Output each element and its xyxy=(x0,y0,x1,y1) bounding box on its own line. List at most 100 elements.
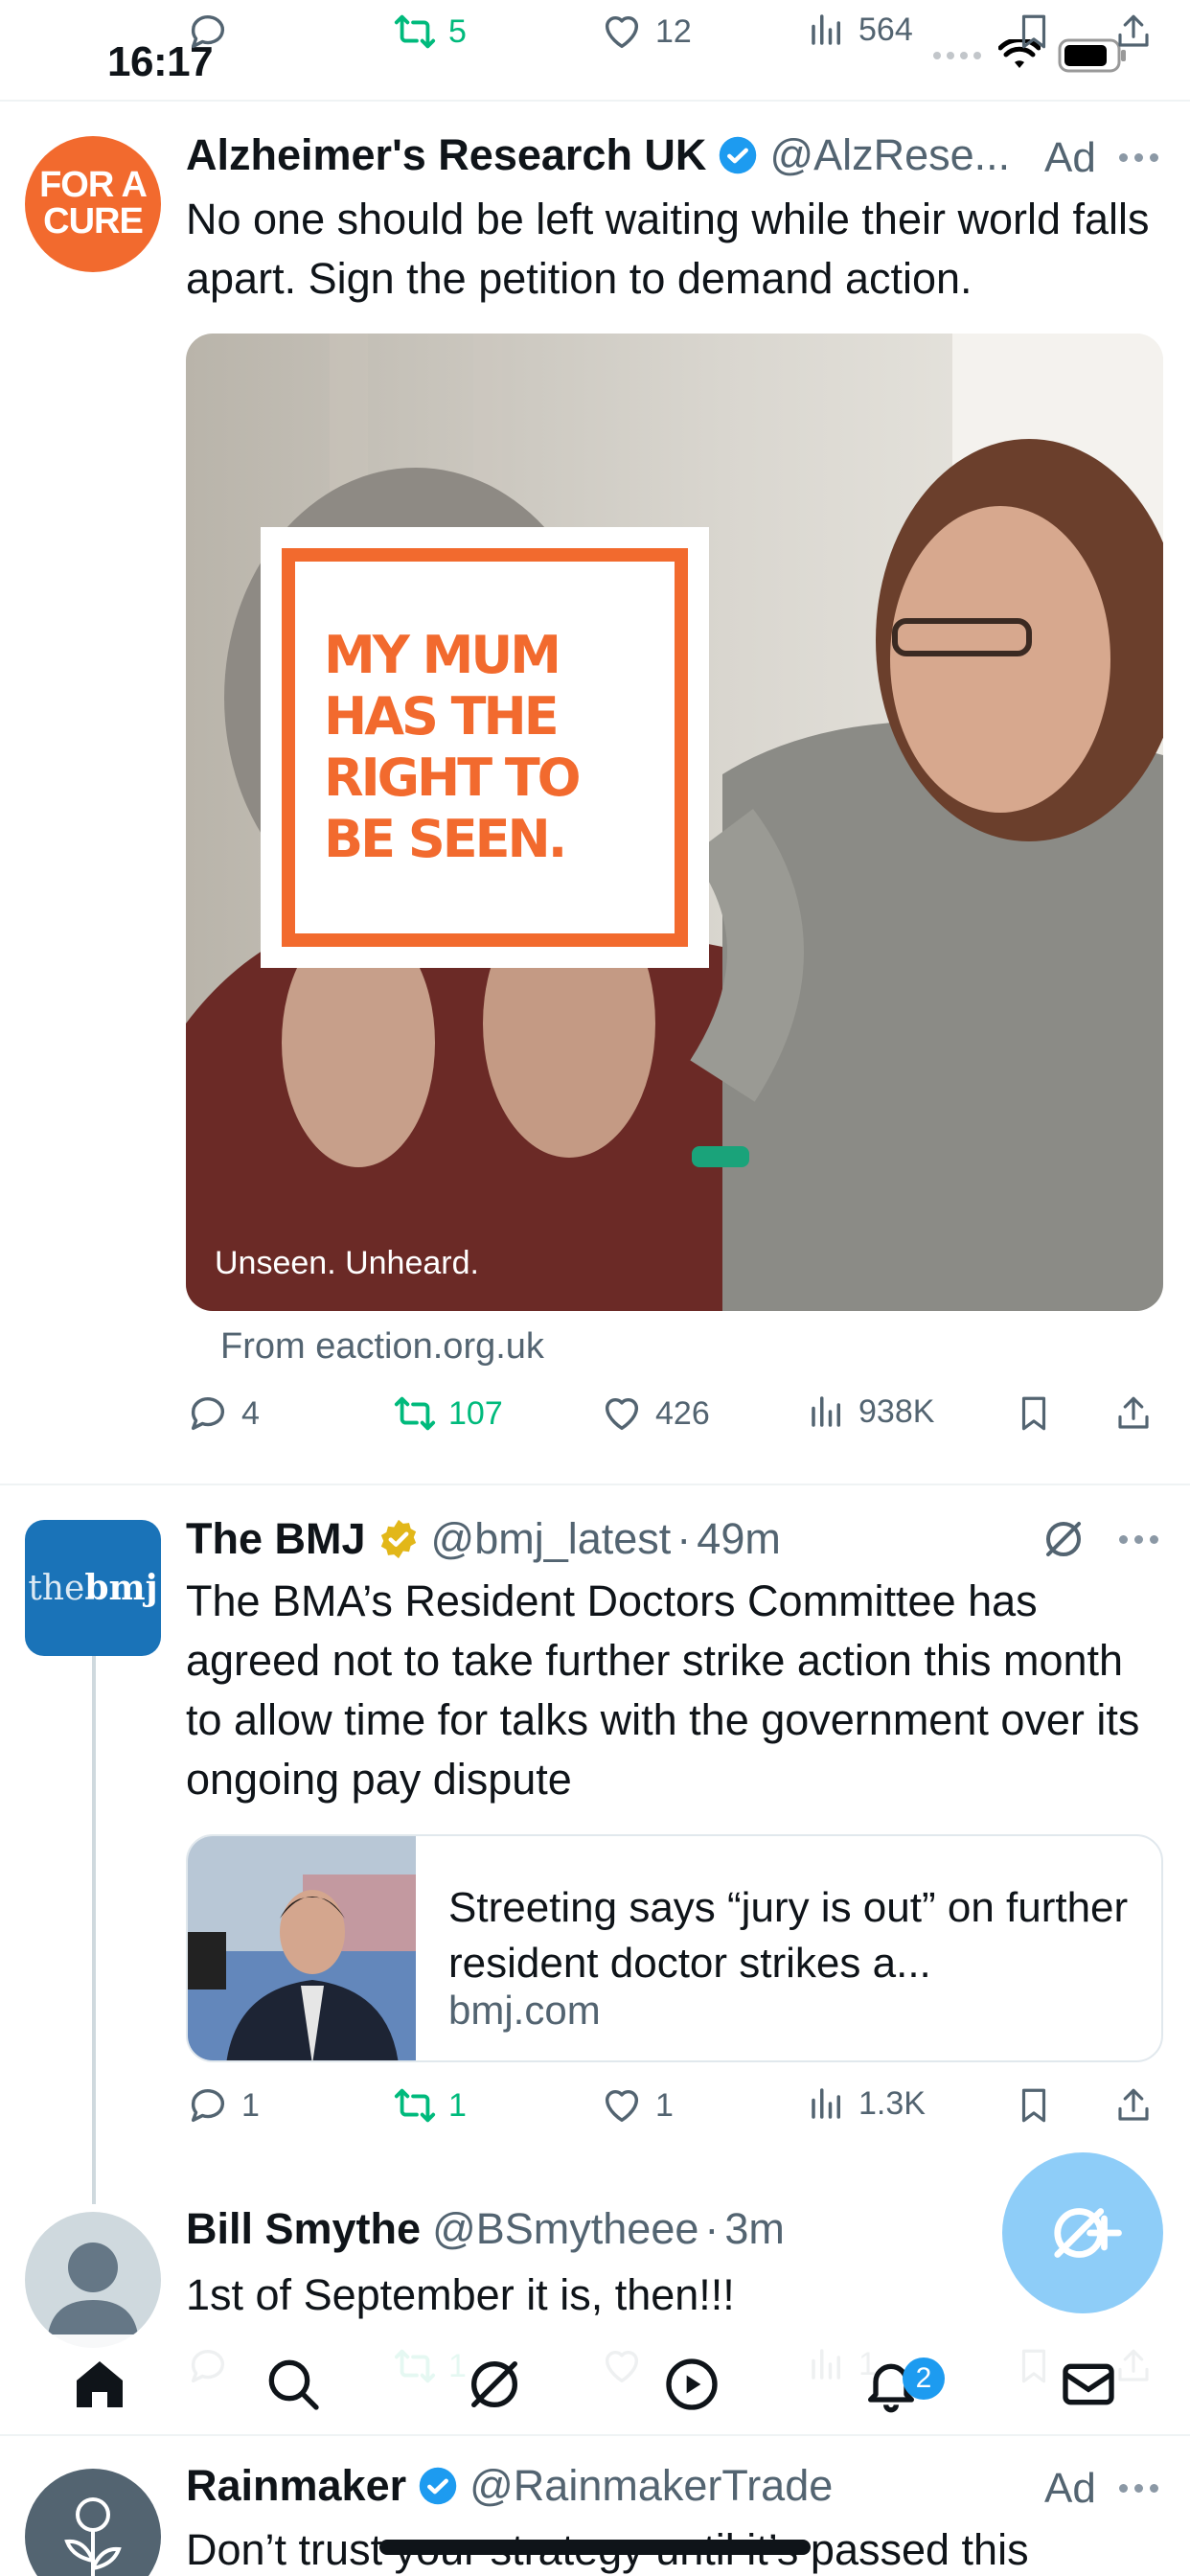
views-button[interactable]: 564 xyxy=(807,10,913,50)
view-count: 1.3K xyxy=(858,2084,926,2122)
campaign-sign: MY MUM HAS THE RIGHT TO BE SEEN. xyxy=(261,527,709,968)
search-icon[interactable] xyxy=(263,2354,324,2415)
share-icon xyxy=(1118,14,1149,47)
reply-button[interactable]: 1 xyxy=(186,2083,260,2128)
tweet-text: No one should be left waiting while thei… xyxy=(186,195,1150,303)
bottom-nav xyxy=(0,2334,1190,2434)
tweet-text: 1st of September it is, then!!! xyxy=(186,2270,735,2319)
retweet-button[interactable]: 5 xyxy=(393,10,467,54)
video-play-icon[interactable] xyxy=(661,2354,722,2415)
sign-text: RIGHT TO xyxy=(324,748,582,808)
separator-dot: · xyxy=(704,2204,720,2253)
more-options-icon[interactable] xyxy=(1119,153,1158,162)
link-thumbnail xyxy=(188,1836,416,2060)
reply-icon xyxy=(191,2089,225,2123)
ad-label: Ad xyxy=(1044,2465,1096,2512)
avatar-default[interactable] xyxy=(25,2212,161,2348)
author-name[interactable]: Bill Smythe xyxy=(186,2204,421,2254)
author-name[interactable]: Alzheimer's Research UK xyxy=(186,130,706,180)
compose-button[interactable] xyxy=(1002,2152,1163,2313)
more-options-icon[interactable] xyxy=(1119,2484,1158,2493)
tweet-header: Bill Smythe @BSmytheee · 3m xyxy=(186,2204,785,2254)
views-icon xyxy=(812,1396,840,1427)
share-icon xyxy=(1118,1396,1149,1429)
sign-text: HAS THE xyxy=(324,686,560,747)
avatar-text: bmj xyxy=(84,1568,158,1608)
more-options-icon[interactable] xyxy=(1119,1535,1158,1544)
avatar-text: the xyxy=(28,1569,85,1608)
bookmark-icon xyxy=(1021,2088,1046,2123)
view-count: 564 xyxy=(858,11,913,48)
share-button[interactable] xyxy=(1113,1392,1154,1436)
like-count: 426 xyxy=(655,1394,710,1432)
link-preview-card[interactable]: Streeting says “jury is out” on further … xyxy=(186,1834,1163,2062)
retweet-icon xyxy=(394,14,436,49)
retweet-count: 1 xyxy=(448,2086,467,2124)
author-handle[interactable]: @AlzRese... xyxy=(769,130,1010,180)
views-icon xyxy=(812,2088,840,2119)
like-button[interactable]: 1 xyxy=(600,2083,674,2128)
tweet-time: 3m xyxy=(724,2204,785,2253)
avatar-text: CURE xyxy=(43,201,144,242)
retweet-count: 107 xyxy=(448,1394,503,1432)
bmj-tweet-actions: 1 1 1 1.3K xyxy=(0,2083,1190,2141)
reply-count: 4 xyxy=(241,1394,260,1432)
heart-icon xyxy=(605,1397,639,1431)
divider xyxy=(0,2434,1190,2436)
like-button[interactable]: 426 xyxy=(600,1392,710,1436)
tweet-text: The BMA’s Resident Doctors Committee has… xyxy=(186,1576,1140,1804)
retweet-count: 5 xyxy=(448,12,467,50)
views-button[interactable]: 938K xyxy=(807,1392,934,1432)
ad-label: Ad xyxy=(1044,134,1096,181)
retweet-button[interactable]: 107 xyxy=(393,1392,503,1436)
share-button[interactable] xyxy=(1113,10,1154,54)
like-button[interactable]: 12 xyxy=(600,10,692,54)
compose-plus-icon xyxy=(1054,2208,1122,2258)
retweet-icon xyxy=(394,2088,436,2123)
views-button[interactable]: 1.3K xyxy=(807,2083,926,2124)
grok-icon[interactable] xyxy=(464,2354,525,2415)
tweet-header: The BMJ @bmj_latest · 49m xyxy=(186,1514,781,1564)
tweet-header: Alzheimer's Research UK @AlzRese... xyxy=(186,130,1010,180)
link-card-domain: bmj.com xyxy=(448,1988,601,2033)
heart-icon xyxy=(605,15,639,49)
bookmark-button[interactable] xyxy=(1014,1392,1054,1436)
author-handle[interactable]: @bmj_latest xyxy=(431,1514,672,1564)
tweet-time: 49m xyxy=(697,1514,781,1563)
reply-count: 1 xyxy=(241,2086,260,2124)
divider xyxy=(0,1484,1190,1485)
author-handle[interactable]: @BSmytheee xyxy=(432,2204,698,2254)
avatar-rainmaker[interactable] xyxy=(25,2469,161,2576)
home-indicator[interactable] xyxy=(379,2540,811,2555)
reply-button[interactable] xyxy=(186,10,230,54)
author-name[interactable]: The BMJ xyxy=(186,1514,366,1564)
money-plant-icon xyxy=(64,2497,122,2576)
like-count: 1 xyxy=(655,2086,674,2124)
messages-mail-icon[interactable] xyxy=(1058,2354,1119,2415)
link-card-title: Streeting says “jury is out” on further … xyxy=(448,1884,1129,1987)
reply-icon xyxy=(191,1397,225,1431)
avatar-bmj[interactable]: thebmj xyxy=(25,1520,161,1656)
home-icon[interactable] xyxy=(69,2354,130,2415)
grok-icon[interactable] xyxy=(1041,1516,1087,1562)
retweet-icon xyxy=(394,1396,436,1431)
retweet-button[interactable]: 1 xyxy=(393,2083,467,2128)
reply-icon xyxy=(191,15,225,49)
bookmark-icon xyxy=(1021,14,1046,49)
separator-dot: · xyxy=(676,1514,692,1563)
verified-badge-icon xyxy=(720,136,757,174)
author-handle[interactable]: @RainmakerTrade xyxy=(469,2461,833,2511)
notifications-badge: 2 xyxy=(903,2358,945,2400)
reply-button[interactable]: 4 xyxy=(186,1392,260,1436)
ad-tweet-actions: 4 107 426 938K xyxy=(0,1392,1190,1449)
media-caption: Unseen. Unheard. xyxy=(215,1245,479,1281)
bookmark-button[interactable] xyxy=(1014,10,1054,54)
ad-source-link[interactable]: From eaction.org.uk xyxy=(220,1326,544,1368)
heart-icon xyxy=(605,2089,639,2123)
share-button[interactable] xyxy=(1113,2083,1154,2128)
avatar-alzheimers[interactable]: FOR A CURE xyxy=(25,136,161,272)
like-count: 12 xyxy=(655,12,692,50)
view-count: 938K xyxy=(858,1392,935,1430)
bookmark-button[interactable] xyxy=(1014,2083,1054,2128)
author-name[interactable]: Rainmaker xyxy=(186,2461,406,2511)
